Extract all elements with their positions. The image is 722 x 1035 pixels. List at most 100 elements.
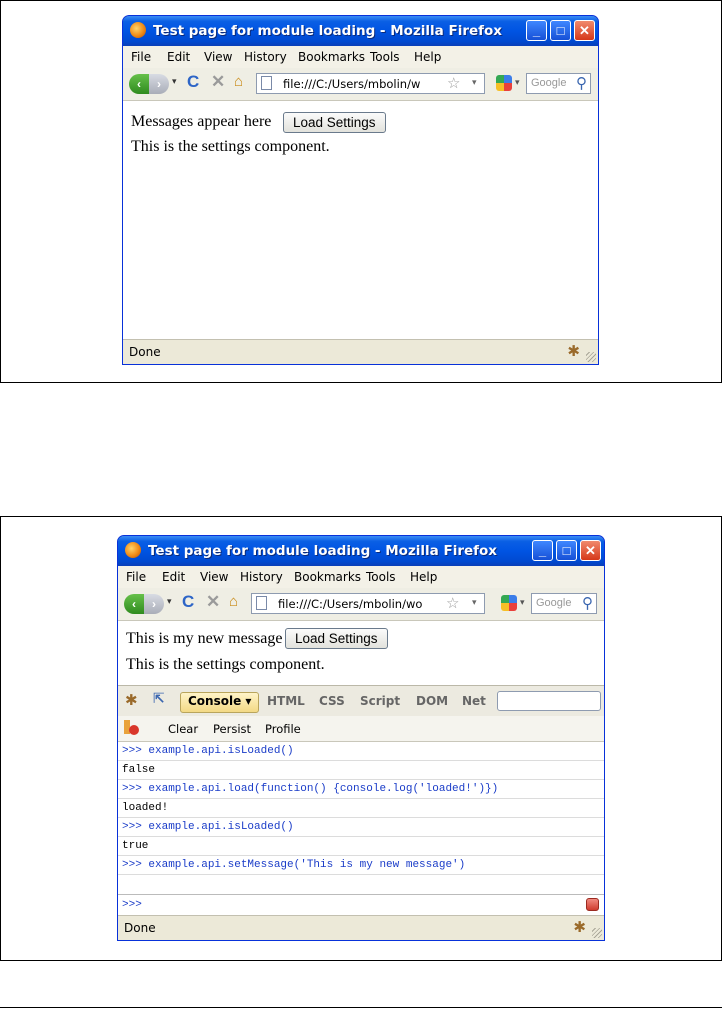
load-settings-button[interactable]: Load Settings: [285, 628, 388, 649]
resize-grip[interactable]: [586, 352, 596, 362]
persist-button[interactable]: Persist: [213, 722, 251, 736]
status-text: Done: [129, 345, 161, 359]
back-button[interactable]: ‹: [129, 74, 149, 94]
tab-dom[interactable]: DOM: [416, 694, 448, 708]
url-text[interactable]: file:///C:/Users/mbolin/wo: [278, 597, 422, 611]
search-icon[interactable]: ⚲: [582, 594, 593, 612]
google-icon[interactable]: [501, 595, 517, 611]
browser-window-1: Test page for module loading - Mozilla F…: [122, 15, 599, 365]
home-icon[interactable]: ⌂: [234, 73, 243, 90]
firebug-toolbar: ✱ ⇱ Console ▾ HTML CSS Script DOM Net: [118, 685, 604, 717]
command-prompt: >>>: [122, 899, 142, 911]
history-dropdown-icon[interactable]: ▾: [172, 76, 177, 87]
title-bar[interactable]: Test page for module loading - Mozilla F…: [123, 16, 598, 46]
load-settings-button[interactable]: Load Settings: [283, 112, 386, 133]
menu-history[interactable]: History: [244, 50, 287, 64]
search-placeholder: Google: [531, 77, 567, 89]
minimize-button[interactable]: _: [526, 20, 547, 41]
menu-bar: File Edit View History Bookmarks Tools H…: [123, 46, 598, 68]
search-input[interactable]: Google ⚲: [531, 593, 597, 614]
browser-window-2: Test page for module loading - Mozilla F…: [117, 535, 605, 941]
firebug-icon[interactable]: ✱: [125, 691, 138, 709]
maximize-button[interactable]: □: [550, 20, 571, 41]
url-text[interactable]: file:///C:/Users/mbolin/w: [283, 77, 420, 91]
window-title: Test page for module loading - Mozilla F…: [153, 23, 503, 39]
stop-icon[interactable]: ✕: [211, 72, 225, 92]
status-bar: Done ✱: [118, 915, 604, 940]
menu-view[interactable]: View: [200, 570, 228, 584]
console-command: >>> example.api.isLoaded(): [118, 818, 604, 837]
menu-help[interactable]: Help: [414, 50, 441, 64]
clear-console-icon[interactable]: [124, 720, 140, 736]
menu-file[interactable]: File: [126, 570, 146, 584]
back-button[interactable]: ‹: [124, 594, 144, 614]
search-engine-dropdown-icon[interactable]: ▾: [515, 77, 520, 88]
firebug-icon[interactable]: ✱: [573, 918, 586, 936]
navigation-toolbar: ‹ › ▾ C ✕ ⌂ file:///C:/Users/mbolin/w ☆ …: [123, 68, 598, 101]
bookmark-star-icon[interactable]: ☆: [447, 74, 460, 92]
menu-history[interactable]: History: [240, 570, 283, 584]
settings-component-text: This is the settings component.: [131, 138, 330, 155]
console-output: true: [118, 837, 604, 856]
home-icon[interactable]: ⌂: [229, 593, 238, 610]
menu-view[interactable]: View: [204, 50, 232, 64]
firefox-logo-icon: [130, 22, 146, 38]
profile-button[interactable]: Profile: [265, 722, 301, 736]
close-button[interactable]: ✕: [580, 540, 601, 561]
url-bar[interactable]: file:///C:/Users/mbolin/w ☆ ▾: [256, 73, 485, 94]
firefox-logo-icon: [125, 542, 141, 558]
history-dropdown-icon[interactable]: ▾: [167, 596, 172, 607]
tab-css[interactable]: CSS: [319, 694, 345, 708]
menu-bookmarks[interactable]: Bookmarks: [294, 570, 361, 584]
url-dropdown-icon[interactable]: ▾: [472, 598, 477, 608]
menu-edit[interactable]: Edit: [162, 570, 185, 584]
close-icon[interactable]: [586, 898, 599, 911]
menu-file[interactable]: File: [131, 50, 151, 64]
forward-button[interactable]: ›: [144, 594, 164, 614]
inspect-cursor-icon[interactable]: ⇱: [153, 691, 165, 707]
console-output: false: [118, 761, 604, 780]
console-command: >>> example.api.setMessage('This is my n…: [118, 856, 604, 875]
page-content: Messages appear here Load Settings This …: [123, 101, 598, 339]
tab-console[interactable]: Console ▾: [180, 692, 260, 713]
menu-help[interactable]: Help: [410, 570, 437, 584]
firebug-icon[interactable]: ✱: [567, 342, 580, 360]
firebug-search-input[interactable]: [497, 691, 601, 711]
resize-grip[interactable]: [592, 928, 602, 938]
window-title: Test page for module loading - Mozilla F…: [148, 543, 498, 559]
message-text: This is my new message: [126, 630, 283, 647]
command-line-input[interactable]: >>>: [118, 894, 604, 915]
url-dropdown-icon[interactable]: ▾: [472, 78, 477, 88]
tab-script[interactable]: Script: [360, 694, 400, 708]
menu-tools[interactable]: Tools: [370, 50, 400, 64]
console-toolbar: Clear Persist Profile: [118, 716, 604, 742]
console-command: >>> example.api.load(function() {console…: [118, 780, 604, 799]
forward-button[interactable]: ›: [149, 74, 169, 94]
tab-net[interactable]: Net: [462, 694, 486, 708]
bookmark-star-icon[interactable]: ☆: [446, 594, 459, 612]
google-icon[interactable]: [496, 75, 512, 91]
page-icon: [261, 76, 272, 90]
close-button[interactable]: ✕: [574, 20, 595, 41]
settings-component-text: This is the settings component.: [126, 656, 325, 673]
tab-html[interactable]: HTML: [267, 694, 305, 708]
search-engine-dropdown-icon[interactable]: ▾: [520, 597, 525, 608]
url-bar[interactable]: file:///C:/Users/mbolin/wo ☆ ▾: [251, 593, 485, 614]
message-text: Messages appear here: [131, 113, 272, 130]
menu-bar: File Edit View History Bookmarks Tools H…: [118, 566, 604, 588]
title-bar[interactable]: Test page for module loading - Mozilla F…: [118, 536, 604, 566]
search-placeholder: Google: [536, 597, 572, 609]
maximize-button[interactable]: □: [556, 540, 577, 561]
reload-icon[interactable]: C: [182, 592, 194, 612]
clear-button[interactable]: Clear: [168, 722, 198, 736]
search-icon[interactable]: ⚲: [576, 74, 587, 92]
search-input[interactable]: Google ⚲: [526, 73, 591, 94]
status-text: Done: [124, 921, 156, 935]
reload-icon[interactable]: C: [187, 72, 199, 92]
page-divider-line: [0, 1007, 722, 1008]
minimize-button[interactable]: _: [532, 540, 553, 561]
menu-edit[interactable]: Edit: [167, 50, 190, 64]
stop-icon[interactable]: ✕: [206, 592, 220, 612]
menu-bookmarks[interactable]: Bookmarks: [298, 50, 365, 64]
menu-tools[interactable]: Tools: [366, 570, 396, 584]
